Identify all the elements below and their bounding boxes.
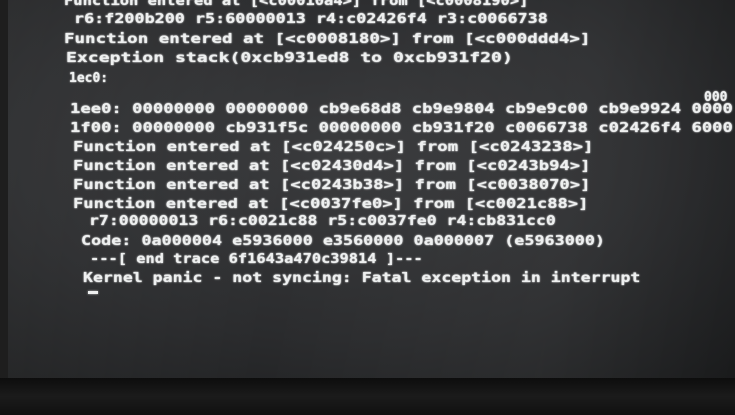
console-line: Exception stack(0xcb931ed8 to 0xcb931f20… — [66, 51, 513, 66]
console-line: Function entered at [<c00010a4>] from [<… — [64, 0, 529, 9]
console-line: 1ee0: 00000000 00000000 cb9e68d8 cb9e980… — [70, 102, 733, 117]
console-line: Function entered at [<c0243b38>] from [<… — [73, 178, 591, 193]
photo: Function entered at [<c00010a4>] from [<… — [0, 0, 735, 415]
console-line: Function entered at [<c02430d4>] from [<… — [73, 159, 591, 174]
console-line: r6:f200b200 r5:60000013 r4:c02426f4 r3:c… — [74, 12, 548, 27]
console-line: 1f00: 00000000 cb931f5c 00000000 cb931f2… — [70, 121, 733, 136]
console-line: Function entered at [<c024250c>] from [<… — [73, 140, 594, 155]
monitor-bezel — [0, 378, 735, 415]
console-line: Kernel panic - not syncing: Fatal except… — [83, 271, 641, 286]
kernel-console: Function entered at [<c00010a4>] from [<… — [8, 0, 735, 392]
console-line: Code: 0a000004 e5936000 e3560000 0a00000… — [81, 234, 606, 249]
monitor-screen: Function entered at [<c00010a4>] from [<… — [8, 0, 735, 392]
console-line: Function entered at [<c0037fe0>] from [<… — [73, 197, 589, 212]
console-line: ---[ end trace 6f1643a470c39814 ]--- — [90, 252, 423, 267]
console-cursor — [88, 291, 98, 294]
console-line: 1ec0: — [69, 71, 109, 86]
console-line: r7:00000013 r6:c0021c88 r5:c0037fe0 r4:c… — [89, 214, 556, 229]
console-line: Function entered at [<c0008180>] from [<… — [64, 32, 591, 47]
